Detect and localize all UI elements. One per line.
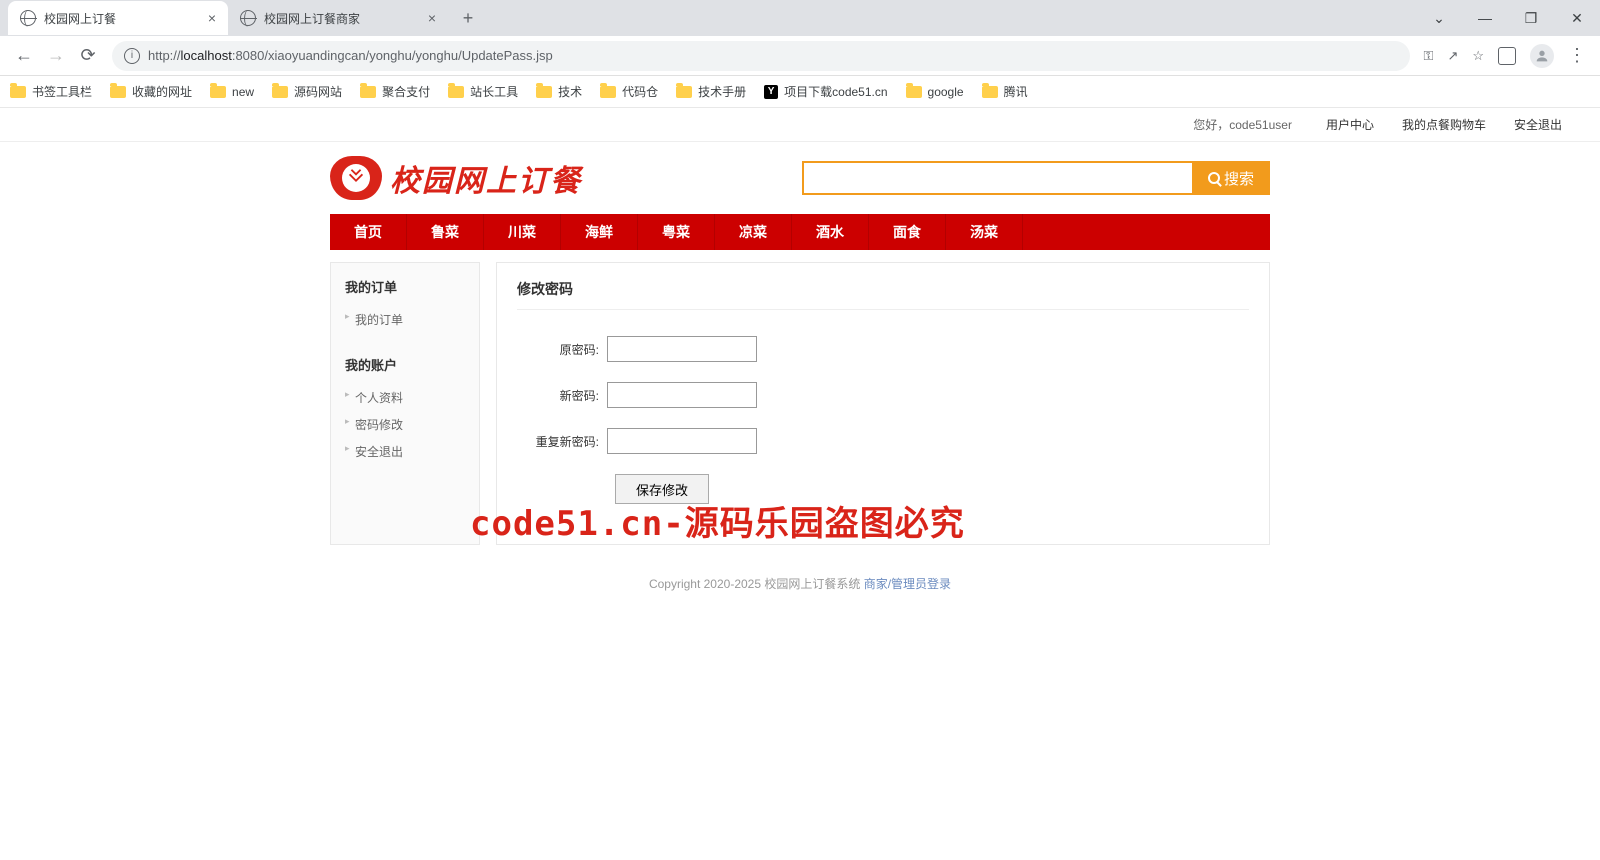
folder-icon — [210, 86, 226, 98]
cart-link[interactable]: 我的点餐购物车 — [1402, 116, 1486, 133]
new-password-label: 新密码: — [517, 387, 607, 404]
old-password-label: 原密码: — [517, 341, 607, 358]
folder-icon — [448, 86, 464, 98]
search-input[interactable] — [802, 161, 1192, 195]
nav-item[interactable]: 汤菜 — [946, 214, 1023, 250]
share-icon[interactable]: ↗ — [1447, 48, 1458, 64]
copyright-text: Copyright 2020-2025 校园网上订餐系统 — [649, 577, 860, 591]
toolbar-right: ⚿ ↗ ☆ ⋮ — [1418, 44, 1592, 68]
close-icon[interactable]: × — [428, 10, 436, 26]
nav-item[interactable]: 凉菜 — [715, 214, 792, 250]
tab-title: 校园网上订餐商家 — [264, 10, 420, 27]
sidebar-logout[interactable]: 安全退出 — [345, 438, 465, 465]
sidebar: 我的订单 我的订单 我的账户 个人资料 密码修改 安全退出 — [330, 262, 480, 545]
nav-item[interactable]: 鲁菜 — [407, 214, 484, 250]
new-password-input[interactable] — [607, 382, 757, 408]
tab-bar: 校园网上订餐 × 校园网上订餐商家 × + ⌄ — ❐ ✕ — [0, 0, 1600, 36]
footer: Copyright 2020-2025 校园网上订餐系统 商家/管理员登录 — [330, 575, 1270, 622]
content-panel: 修改密码 原密码: 新密码: 重复新密码: 保存修改 — [496, 262, 1270, 545]
old-password-input[interactable] — [607, 336, 757, 362]
main-nav: 首页 鲁菜 川菜 海鲜 粤菜 凉菜 酒水 面食 汤菜 — [330, 214, 1270, 250]
bookmark-item[interactable]: google — [906, 85, 964, 99]
tab-title: 校园网上订餐 — [44, 10, 200, 27]
bookmark-item[interactable]: 收藏的网址 — [110, 83, 192, 100]
folder-icon — [110, 86, 126, 98]
search-icon — [1208, 172, 1220, 184]
globe-icon — [20, 10, 36, 26]
sidebar-section-title: 我的订单 — [345, 277, 465, 296]
folder-icon — [676, 86, 692, 98]
bookmark-item[interactable]: 技术手册 — [676, 83, 746, 100]
folder-icon — [906, 86, 922, 98]
close-icon[interactable]: × — [208, 10, 216, 26]
nav-item[interactable]: 面食 — [869, 214, 946, 250]
user-topbar: 您好，code51user 用户中心 我的点餐购物车 安全退出 — [0, 108, 1600, 142]
repeat-password-input[interactable] — [607, 428, 757, 454]
url-text: http://localhost:8080/xiaoyuandingcan/yo… — [148, 48, 553, 63]
folder-icon — [272, 86, 288, 98]
greeting: 您好，code51user — [1193, 116, 1292, 133]
search-form: 搜索 — [802, 161, 1270, 195]
save-button[interactable]: 保存修改 — [615, 474, 709, 504]
bookmark-item[interactable]: 聚合支付 — [360, 83, 430, 100]
maximize-button[interactable]: ❐ — [1508, 0, 1554, 36]
nav-home[interactable]: 首页 — [330, 214, 407, 250]
bookmark-item[interactable]: Y项目下载code51.cn — [764, 83, 887, 100]
bookmark-item[interactable]: new — [210, 85, 254, 99]
repeat-password-label: 重复新密码: — [517, 433, 607, 450]
admin-login-link[interactable]: 商家/管理员登录 — [864, 577, 951, 591]
folder-icon — [10, 86, 26, 98]
bookmark-item[interactable]: 代码仓 — [600, 83, 658, 100]
back-button[interactable]: ← — [8, 40, 40, 72]
browser-chrome: 校园网上订餐 × 校园网上订餐商家 × + ⌄ — ❐ ✕ ← → ⟳ i ht… — [0, 0, 1600, 108]
tab-dropdown-icon[interactable]: ⌄ — [1416, 0, 1462, 36]
bookmark-item[interactable]: 站长工具 — [448, 83, 518, 100]
folder-icon — [360, 86, 376, 98]
browser-toolbar: ← → ⟳ i http://localhost:8080/xiaoyuandi… — [0, 36, 1600, 76]
star-icon[interactable]: ☆ — [1472, 48, 1484, 64]
sidebar-change-password[interactable]: 密码修改 — [345, 411, 465, 438]
key-icon[interactable]: ⚿ — [1424, 48, 1434, 64]
bookmark-item[interactable]: 书签工具栏 — [10, 83, 92, 100]
sidebar-section-title: 我的账户 — [345, 355, 465, 374]
new-tab-button[interactable]: + — [454, 4, 482, 32]
logout-link[interactable]: 安全退出 — [1514, 116, 1562, 133]
menu-icon[interactable]: ⋮ — [1568, 45, 1586, 66]
info-icon[interactable]: i — [124, 48, 140, 64]
bookmarks-bar: 书签工具栏 收藏的网址 new 源码网站 聚合支付 站长工具 技术 代码仓 技术… — [0, 76, 1600, 108]
main-content: 我的订单 我的订单 我的账户 个人资料 密码修改 安全退出 修改密码 原密码: … — [330, 262, 1270, 545]
nav-item[interactable]: 川菜 — [484, 214, 561, 250]
page: 您好，code51user 用户中心 我的点餐购物车 安全退出 校园网上订餐 搜… — [0, 108, 1600, 622]
minimize-button[interactable]: — — [1462, 0, 1508, 36]
extension-icon[interactable] — [1498, 47, 1516, 65]
panel-title: 修改密码 — [517, 279, 1249, 310]
sidebar-profile[interactable]: 个人资料 — [345, 384, 465, 411]
folder-icon — [536, 86, 552, 98]
reload-button[interactable]: ⟳ — [72, 40, 104, 72]
logo-icon — [330, 156, 382, 200]
profile-icon[interactable] — [1530, 44, 1554, 68]
window-controls: ⌄ — ❐ ✕ — [1416, 0, 1600, 36]
address-bar[interactable]: i http://localhost:8080/xiaoyuandingcan/… — [112, 41, 1410, 71]
tab-inactive[interactable]: 校园网上订餐商家 × — [228, 1, 448, 35]
site-header: 校园网上订餐 搜索 — [330, 142, 1270, 214]
folder-icon — [600, 86, 616, 98]
close-window-button[interactable]: ✕ — [1554, 0, 1600, 36]
logo-text: 校园网上订餐 — [390, 156, 582, 200]
favicon-icon: Y — [764, 85, 778, 99]
bookmark-item[interactable]: 源码网站 — [272, 83, 342, 100]
forward-button[interactable]: → — [40, 40, 72, 72]
site-logo[interactable]: 校园网上订餐 — [330, 156, 582, 200]
tab-active[interactable]: 校园网上订餐 × — [8, 1, 228, 35]
nav-item[interactable]: 海鲜 — [561, 214, 638, 250]
user-center-link[interactable]: 用户中心 — [1326, 116, 1374, 133]
bookmark-item[interactable]: 技术 — [536, 83, 582, 100]
sidebar-my-orders[interactable]: 我的订单 — [345, 306, 465, 333]
nav-item[interactable]: 酒水 — [792, 214, 869, 250]
folder-icon — [982, 86, 998, 98]
globe-icon — [240, 10, 256, 26]
bookmark-item[interactable]: 腾讯 — [982, 83, 1028, 100]
nav-item[interactable]: 粤菜 — [638, 214, 715, 250]
search-button[interactable]: 搜索 — [1192, 161, 1270, 195]
